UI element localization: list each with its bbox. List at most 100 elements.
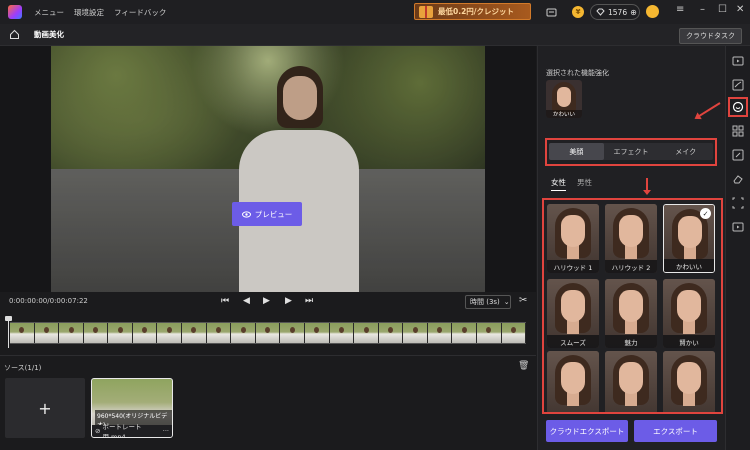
timeline-frame (501, 323, 527, 343)
gift-icon (419, 5, 433, 18)
crop-tool-icon[interactable] (731, 196, 745, 210)
chart-tool-icon[interactable] (731, 78, 745, 92)
timeline-frame (378, 323, 404, 343)
category-tabs: 美顔 エフェクト メイク (549, 143, 713, 160)
timeline-frame (206, 323, 232, 343)
timeline-strip[interactable] (10, 322, 527, 344)
tab-makeup[interactable]: メイク (658, 143, 713, 160)
preview-button-label: プレビュー (254, 209, 293, 219)
timeline-frame (354, 323, 379, 343)
playhead[interactable] (5, 316, 12, 348)
skip-start-icon[interactable]: ⏮ (221, 296, 229, 306)
skip-end-icon[interactable]: ⏭ (305, 296, 313, 306)
tool-rail (725, 46, 750, 450)
style-tile[interactable] (605, 351, 657, 412)
style-tile[interactable] (663, 351, 715, 412)
check-icon: ✓ (700, 208, 711, 219)
enhancement-panel: 選択された機能強化 かわいい 美顔 エフェクト メイク 女性 男性 ハリウッド … (537, 46, 725, 450)
style-tile-label: かわいい (664, 259, 714, 272)
menu-icon[interactable]: ≡ (676, 4, 684, 15)
coin-icon[interactable]: ¥ (572, 6, 584, 18)
video-tool-icon[interactable] (731, 54, 745, 68)
link-icon: ⊘ (95, 427, 101, 435)
page-title: 動画美化 (34, 30, 64, 39)
selected-enhancement-thumb[interactable]: かわいい (546, 80, 582, 118)
eraser-icon[interactable] (731, 172, 745, 186)
clip-name: ポートレート用.mp4 (102, 423, 142, 438)
cloud-task-button[interactable]: クラウドタスク (679, 28, 742, 44)
close-icon[interactable]: ✕ (736, 4, 744, 15)
timeline-frame (231, 323, 256, 343)
eye-icon (241, 210, 251, 218)
timeline-frame (280, 323, 305, 343)
scissors-icon[interactable]: ✂ (519, 295, 527, 306)
more-icon[interactable]: ··· (163, 427, 169, 435)
timeline-frame (403, 323, 428, 343)
timeline-frame (132, 323, 158, 343)
export-button[interactable]: エクスポート (634, 420, 717, 442)
maximize-icon[interactable]: ☐ (718, 4, 727, 15)
playlist-tool-icon[interactable] (731, 220, 745, 234)
style-tile-label: 賢かい (663, 335, 715, 348)
step-forward-icon[interactable]: ▶ (285, 296, 292, 306)
playback-controls: 0:00:00:00/0:00:07:22 ⏮ ◀ ▶ ▶ ⏭ 時間 (3s) … (0, 292, 536, 312)
style-tile-label: 魅力 (605, 335, 657, 348)
selected-enhancement-caption: かわいい (546, 110, 582, 118)
diamond-icon (596, 8, 605, 16)
tab-effects[interactable]: エフェクト (604, 143, 659, 160)
promo-text: 最低0.2円/クレジット (438, 7, 515, 16)
step-back-icon[interactable]: ◀ (243, 296, 250, 306)
timeline-frame (10, 323, 35, 343)
message-icon[interactable] (544, 5, 558, 19)
clip-name-bar: ⊘ ポートレート用.mp4 ··· (92, 423, 172, 437)
credits-count: 1576 (608, 7, 628, 17)
style-tile-label: ハリウッド 1 (547, 260, 599, 273)
tab-male[interactable]: 男性 (577, 177, 592, 188)
style-tile[interactable]: 魅力 (605, 279, 657, 348)
timeline-frame (476, 323, 502, 343)
style-tile[interactable]: 賢かい (663, 279, 715, 348)
cloud-export-button[interactable]: クラウドエクスポート (546, 420, 628, 442)
timeline-frame (182, 323, 207, 343)
tab-female[interactable]: 女性 (551, 177, 566, 191)
annotation-arrow-down (643, 178, 651, 195)
face-enhance-icon[interactable] (731, 100, 745, 114)
timeline-frame (452, 323, 477, 343)
timeline[interactable] (0, 314, 536, 350)
menu-item-settings[interactable]: 環境設定 (74, 7, 104, 18)
style-tile[interactable] (547, 351, 599, 412)
timeline-frame (329, 323, 355, 343)
style-tile-label: ハリウッド 2 (605, 260, 657, 273)
style-grid: ハリウッド 1 ハリウッド 2 かわいい ✓ スムーズ 魅力 賢かい (542, 198, 723, 414)
interval-value: 時間 (3s) (470, 298, 500, 306)
tab-beauty[interactable]: 美顔 (549, 143, 604, 160)
source-label: ソース(1/1) (4, 364, 42, 372)
avatar[interactable] (646, 5, 659, 18)
credits-badge[interactable]: 1576 ⊕ (590, 4, 640, 20)
chevron-down-icon: ⌄ (503, 298, 510, 306)
timeline-frame (255, 323, 281, 343)
add-source-button[interactable]: + (5, 378, 85, 438)
minimize-icon[interactable]: – (700, 4, 705, 15)
tab-bar: 動画美化 クラウドタスク (0, 24, 750, 46)
grid-tool-icon[interactable] (731, 124, 745, 138)
preview-area: プレビュー (0, 46, 536, 292)
promo-banner[interactable]: 最低0.2円/クレジット (414, 3, 531, 20)
play-icon[interactable]: ▶ (263, 296, 270, 306)
title-bar: メニュー 環境設定 フィードバック 最低0.2円/クレジット ¥ 1576 ⊕ … (0, 0, 750, 24)
edit-tool-icon[interactable] (731, 148, 745, 162)
style-tile[interactable]: ハリウッド 1 (547, 204, 599, 273)
style-tile[interactable]: スムーズ (547, 279, 599, 348)
style-tile[interactable]: ハリウッド 2 (605, 204, 657, 273)
source-clip[interactable]: 960*540(オリジナルビデオ) ⊘ ポートレート用.mp4 ··· (91, 378, 173, 438)
timeline-frame (59, 323, 84, 343)
trash-icon[interactable]: 🗑 (518, 361, 529, 371)
home-icon[interactable] (8, 29, 20, 41)
style-tile-label: スムーズ (547, 335, 599, 348)
menu-item-menu[interactable]: メニュー (34, 7, 64, 18)
preview-button[interactable]: プレビュー (232, 202, 302, 226)
selected-enhancement-label: 選択された機能強化 (546, 69, 609, 77)
style-tile[interactable]: かわいい ✓ (663, 204, 715, 273)
menu-item-feedback[interactable]: フィードバック (114, 7, 166, 18)
interval-select[interactable]: 時間 (3s) ⌄ (465, 295, 511, 309)
